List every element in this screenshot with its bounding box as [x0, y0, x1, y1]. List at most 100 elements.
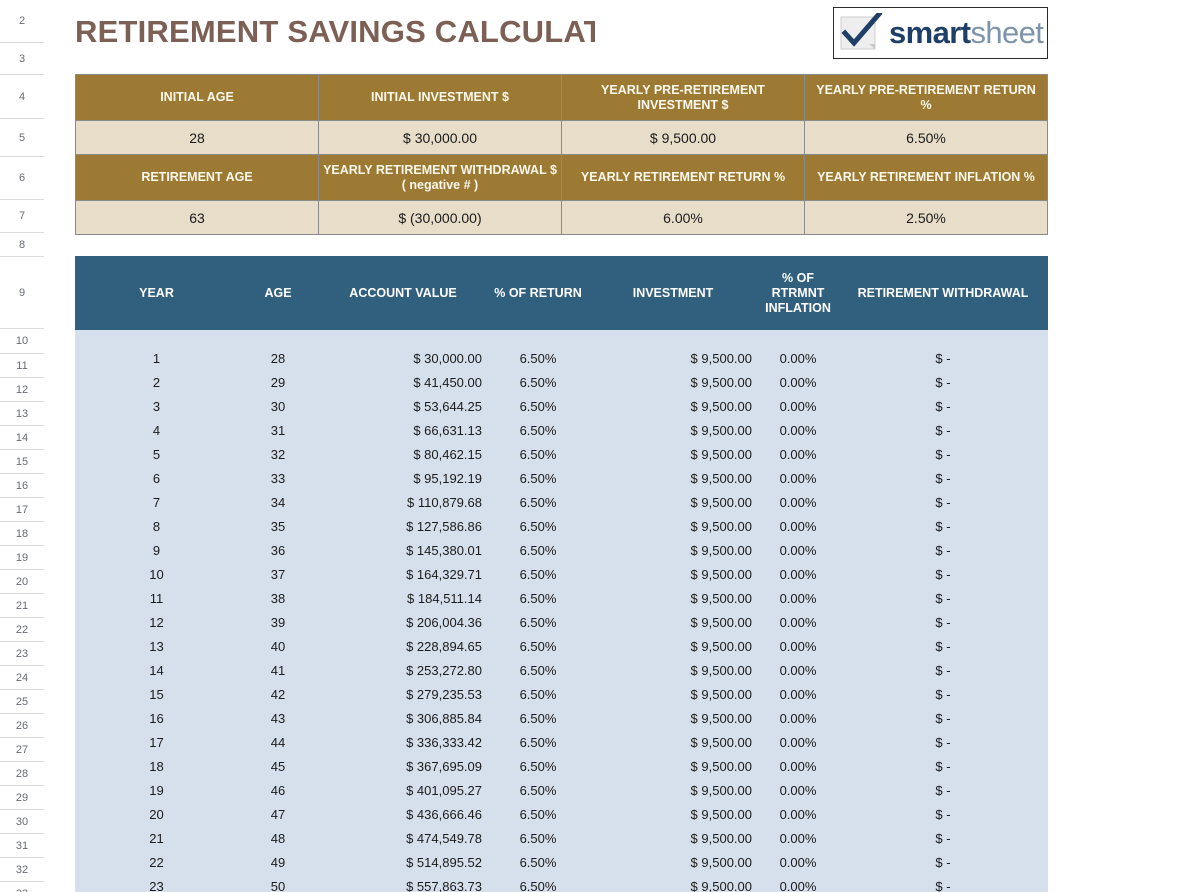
- param-value-yearly-preretirement-return[interactable]: 6.50%: [804, 120, 1048, 155]
- row-number-32[interactable]: 32: [0, 858, 44, 882]
- cell-investment[interactable]: $ 9,500.00: [588, 562, 758, 586]
- cell-investment[interactable]: $ 9,500.00: [588, 370, 758, 394]
- cell-retirement-withdrawal[interactable]: $ -: [838, 850, 1048, 874]
- cell-retirement-withdrawal[interactable]: $ -: [838, 826, 1048, 850]
- cell-retirement-withdrawal[interactable]: $ -: [838, 370, 1048, 394]
- cell-investment[interactable]: $ 9,500.00: [588, 538, 758, 562]
- param-value-yearly-retirement-withdrawal[interactable]: $ (30,000.00): [318, 200, 562, 235]
- cell-investment[interactable]: $ 9,500.00: [588, 418, 758, 442]
- cell-investment[interactable]: $ 9,500.00: [588, 490, 758, 514]
- cell-retirement-withdrawal[interactable]: $ -: [838, 346, 1048, 370]
- row-number-4[interactable]: 4: [0, 75, 44, 119]
- row-number-33[interactable]: 33: [0, 882, 44, 892]
- cell-retirement-withdrawal[interactable]: $ -: [838, 466, 1048, 490]
- cell-account-value[interactable]: $ 95,192.19: [318, 466, 488, 490]
- row-number-18[interactable]: 18: [0, 522, 44, 546]
- param-value-initial-investment[interactable]: $ 30,000.00: [318, 120, 562, 155]
- param-value-retirement-age[interactable]: 63: [75, 200, 319, 235]
- cell-retirement-withdrawal[interactable]: $ -: [838, 874, 1048, 892]
- row-number-22[interactable]: 22: [0, 618, 44, 642]
- cell-account-value[interactable]: $ 145,380.01: [318, 538, 488, 562]
- cell-investment[interactable]: $ 9,500.00: [588, 610, 758, 634]
- row-number-2[interactable]: 2: [0, 0, 44, 43]
- cell-retirement-withdrawal[interactable]: $ -: [838, 394, 1048, 418]
- row-number-10[interactable]: 10: [0, 329, 44, 354]
- row-number-7[interactable]: 7: [0, 200, 44, 233]
- cell-retirement-withdrawal[interactable]: $ -: [838, 442, 1048, 466]
- cell-investment[interactable]: $ 9,500.00: [588, 874, 758, 892]
- cell-investment[interactable]: $ 9,500.00: [588, 346, 758, 370]
- cell-account-value[interactable]: $ 336,333.42: [318, 730, 488, 754]
- cell-investment[interactable]: $ 9,500.00: [588, 586, 758, 610]
- cell-account-value[interactable]: $ 206,004.36: [318, 610, 488, 634]
- cell-investment[interactable]: $ 9,500.00: [588, 442, 758, 466]
- cell-account-value[interactable]: $ 110,879.68: [318, 490, 488, 514]
- cell-investment[interactable]: $ 9,500.00: [588, 826, 758, 850]
- row-number-11[interactable]: 11: [0, 354, 44, 378]
- cell-retirement-withdrawal[interactable]: $ -: [838, 490, 1048, 514]
- row-number-25[interactable]: 25: [0, 690, 44, 714]
- param-value-yearly-preretirement-investment[interactable]: $ 9,500.00: [561, 120, 805, 155]
- row-number-29[interactable]: 29: [0, 786, 44, 810]
- cell-retirement-withdrawal[interactable]: $ -: [838, 802, 1048, 826]
- row-number-31[interactable]: 31: [0, 834, 44, 858]
- cell-retirement-withdrawal[interactable]: $ -: [838, 778, 1048, 802]
- row-number-23[interactable]: 23: [0, 642, 44, 666]
- row-number-6[interactable]: 6: [0, 157, 44, 200]
- cell-account-value[interactable]: $ 253,272.80: [318, 658, 488, 682]
- cell-account-value[interactable]: $ 367,695.09: [318, 754, 488, 778]
- cell-investment[interactable]: $ 9,500.00: [588, 730, 758, 754]
- param-value-yearly-retirement-inflation[interactable]: 2.50%: [804, 200, 1048, 235]
- cell-investment[interactable]: $ 9,500.00: [588, 802, 758, 826]
- cell-account-value[interactable]: $ 164,329.71: [318, 562, 488, 586]
- cell-account-value[interactable]: $ 436,666.46: [318, 802, 488, 826]
- cell-account-value[interactable]: $ 279,235.53: [318, 682, 488, 706]
- param-value-yearly-retirement-return[interactable]: 6.00%: [561, 200, 805, 235]
- cell-retirement-withdrawal[interactable]: $ -: [838, 514, 1048, 538]
- cell-account-value[interactable]: $ 66,631.13: [318, 418, 488, 442]
- cell-investment[interactable]: $ 9,500.00: [588, 466, 758, 490]
- row-number-20[interactable]: 20: [0, 570, 44, 594]
- cell-retirement-withdrawal[interactable]: $ -: [838, 634, 1048, 658]
- row-number-21[interactable]: 21: [0, 594, 44, 618]
- cell-investment[interactable]: $ 9,500.00: [588, 754, 758, 778]
- cell-account-value[interactable]: $ 41,450.00: [318, 370, 488, 394]
- cell-retirement-withdrawal[interactable]: $ -: [838, 418, 1048, 442]
- cell-account-value[interactable]: $ 30,000.00: [318, 346, 488, 370]
- row-number-24[interactable]: 24: [0, 666, 44, 690]
- cell-investment[interactable]: $ 9,500.00: [588, 850, 758, 874]
- cell-investment[interactable]: $ 9,500.00: [588, 778, 758, 802]
- cell-account-value[interactable]: $ 184,511.14: [318, 586, 488, 610]
- cell-retirement-withdrawal[interactable]: $ -: [838, 682, 1048, 706]
- cell-retirement-withdrawal[interactable]: $ -: [838, 706, 1048, 730]
- row-number-19[interactable]: 19: [0, 546, 44, 570]
- cell-retirement-withdrawal[interactable]: $ -: [838, 658, 1048, 682]
- cell-account-value[interactable]: $ 557,863.73: [318, 874, 488, 892]
- row-number-5[interactable]: 5: [0, 119, 44, 157]
- cell-account-value[interactable]: $ 127,586.86: [318, 514, 488, 538]
- cell-account-value[interactable]: $ 306,885.84: [318, 706, 488, 730]
- row-number-13[interactable]: 13: [0, 402, 44, 426]
- cell-retirement-withdrawal[interactable]: $ -: [838, 730, 1048, 754]
- row-number-27[interactable]: 27: [0, 738, 44, 762]
- cell-retirement-withdrawal[interactable]: $ -: [838, 610, 1048, 634]
- cell-retirement-withdrawal[interactable]: $ -: [838, 562, 1048, 586]
- cell-investment[interactable]: $ 9,500.00: [588, 682, 758, 706]
- cell-investment[interactable]: $ 9,500.00: [588, 706, 758, 730]
- row-number-17[interactable]: 17: [0, 498, 44, 522]
- cell-investment[interactable]: $ 9,500.00: [588, 394, 758, 418]
- cell-account-value[interactable]: $ 401,095.27: [318, 778, 488, 802]
- cell-account-value[interactable]: $ 228,894.65: [318, 634, 488, 658]
- row-number-12[interactable]: 12: [0, 378, 44, 402]
- cell-account-value[interactable]: $ 80,462.15: [318, 442, 488, 466]
- cell-account-value[interactable]: $ 53,644.25: [318, 394, 488, 418]
- cell-investment[interactable]: $ 9,500.00: [588, 514, 758, 538]
- cell-retirement-withdrawal[interactable]: $ -: [838, 754, 1048, 778]
- cell-retirement-withdrawal[interactable]: $ -: [838, 586, 1048, 610]
- cell-account-value[interactable]: $ 514,895.52: [318, 850, 488, 874]
- row-number-14[interactable]: 14: [0, 426, 44, 450]
- row-number-26[interactable]: 26: [0, 714, 44, 738]
- row-number-15[interactable]: 15: [0, 450, 44, 474]
- row-number-8[interactable]: 8: [0, 233, 44, 257]
- row-number-3[interactable]: 3: [0, 43, 44, 75]
